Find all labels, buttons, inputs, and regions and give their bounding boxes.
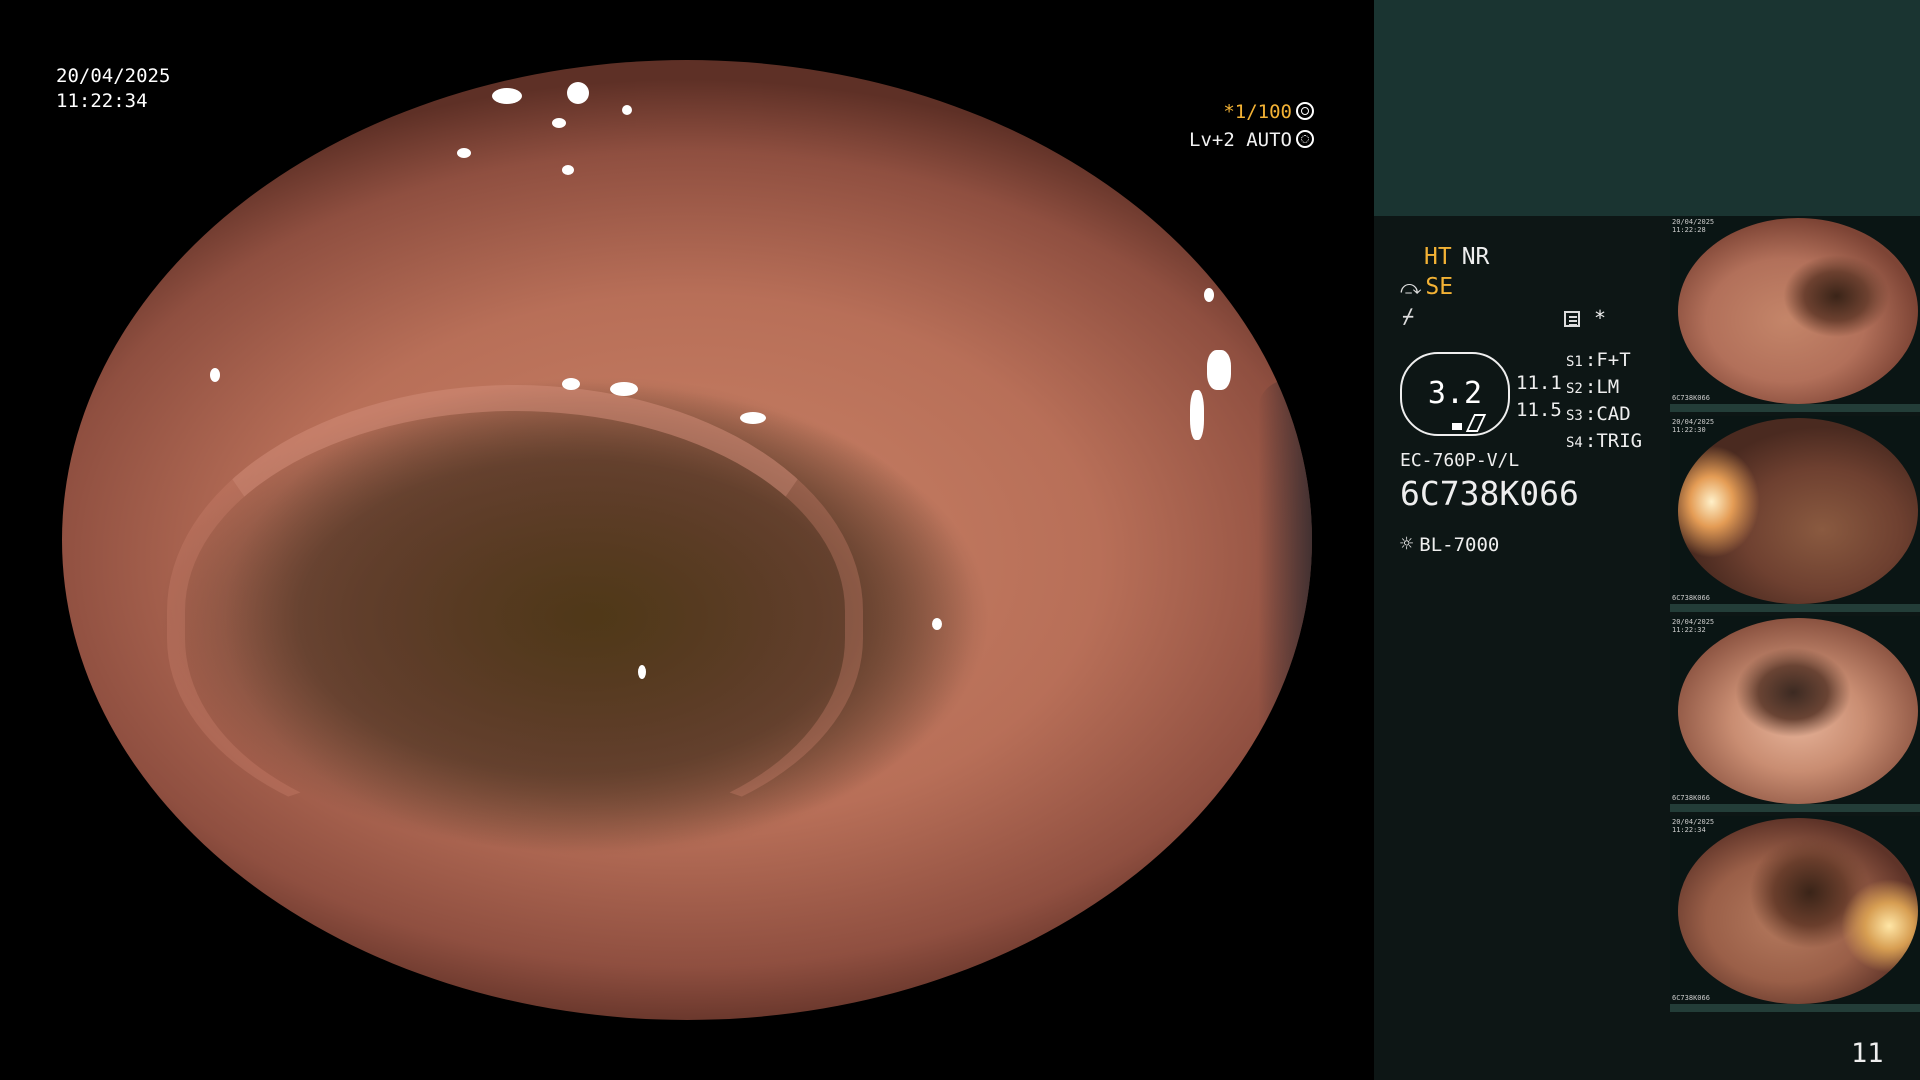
highlight <box>552 118 566 128</box>
shutter-speed: *1/100 <box>1223 101 1292 123</box>
mode-ht: HT <box>1424 244 1452 270</box>
switch-item: S4:TRIG <box>1566 430 1643 452</box>
mode-nr: NR <box>1461 244 1490 270</box>
thumb-datetime: 20/04/2025 11:22:28 <box>1672 218 1715 234</box>
menu-row: * <box>1564 306 1606 330</box>
highlight <box>740 412 766 424</box>
thumbnail-image <box>1678 618 1918 804</box>
mode-se: SE <box>1425 274 1454 300</box>
structure-icon: ⤼ <box>1400 275 1422 299</box>
zoom-value: 3.2 <box>1427 376 1483 411</box>
highlight <box>562 165 574 175</box>
exposure-info: *1/100 Lv+2 AUTO <box>1189 98 1314 154</box>
se-row: ⤼ SE <box>1400 274 1453 300</box>
aperture-icon <box>1296 102 1314 120</box>
size-bottom: 11.5 <box>1516 399 1562 421</box>
highlight <box>638 665 646 679</box>
endoscope-main-view: 20/04/2025 11:22:34 *1/100 Lv+2 AUTO <box>0 0 1374 1080</box>
switch-item: S1:F+T <box>1566 349 1631 371</box>
endoscopy-image <box>62 60 1312 1020</box>
switch-item: S2:LM <box>1566 376 1620 398</box>
time-label: 11:22:34 <box>56 90 148 112</box>
light-source-icon: ☼ <box>1400 532 1414 557</box>
switch-item: S3:CAD <box>1566 403 1631 425</box>
thumb-datetime: 20/04/2025 11:22:34 <box>1672 818 1715 834</box>
instrument-edge <box>1258 380 1312 980</box>
side-info-panel: HT NR ⤼ SE ⌿ * 3.2 11.1 11.5 S1:F+T S2:LM … <box>1374 0 1920 1080</box>
thumb-caption-bar <box>1670 804 1920 812</box>
light-source-row: ☼ BL-7000 <box>1400 532 1499 557</box>
thumbnail-3[interactable]: 20/04/2025 11:22:32 6C738K066 <box>1670 616 1920 812</box>
fx-row: ⌿ <box>1402 304 1418 329</box>
thumb-caption-bar <box>1670 604 1920 612</box>
pip-area <box>1374 0 1920 216</box>
highlight <box>610 382 638 396</box>
flash-off-icon: ⌿ <box>1402 304 1415 328</box>
thumb-serial: 6C738K066 <box>1672 994 1710 1002</box>
switch-list: S1:F+T S2:LM S3:CAD S4:TRIG <box>1566 348 1642 456</box>
thumb-serial: 6C738K066 <box>1672 794 1710 802</box>
highlight <box>492 88 522 104</box>
size-top: 11.1 <box>1516 372 1562 394</box>
zoom-indicator: 3.2 <box>1400 352 1510 436</box>
thumb-serial: 6C738K066 <box>1672 594 1710 602</box>
thumb-datetime: 20/04/2025 11:22:30 <box>1672 418 1715 434</box>
highlight <box>562 378 580 390</box>
highlight <box>457 148 471 158</box>
mode-row: HT NR <box>1424 244 1489 270</box>
highlight <box>1204 288 1214 302</box>
thumbnail-2[interactable]: 20/04/2025 11:22:30 6C738K066 <box>1670 416 1920 612</box>
zoom-mark <box>1452 423 1462 430</box>
date-label: 20/04/2025 <box>56 65 171 87</box>
highlight <box>622 105 632 115</box>
highlight <box>932 618 942 630</box>
thumb-datetime: 20/04/2025 11:22:32 <box>1672 618 1715 634</box>
brightness-level: Lv+2 AUTO <box>1189 129 1292 151</box>
thumb-caption-bar <box>1670 404 1920 412</box>
thumbnail-1[interactable]: 20/04/2025 11:22:28 6C738K066 <box>1670 216 1920 412</box>
thumbnail-image <box>1678 218 1918 404</box>
highlight <box>1190 390 1204 440</box>
highlight <box>210 368 220 382</box>
scope-model: EC-760P-V/L <box>1400 450 1520 471</box>
thumb-caption-bar <box>1670 1004 1920 1012</box>
thumbnail-4[interactable]: 20/04/2025 11:22:34 6C738K066 <box>1670 816 1920 1012</box>
date-time: 20/04/2025 11:22:34 <box>56 64 170 114</box>
highlight <box>567 82 589 104</box>
asterisk-mark: * <box>1594 306 1607 330</box>
menu-list-icon <box>1564 311 1580 327</box>
size-values: 11.1 11.5 <box>1516 370 1562 424</box>
scope-info: HT NR ⤼ SE ⌿ * 3.2 11.1 11.5 S1:F+T S2:LM … <box>1374 216 1670 1080</box>
highlight <box>1207 350 1231 390</box>
scope-serial: 6C738K066 <box>1400 474 1579 513</box>
thumb-serial: 6C738K066 <box>1672 394 1710 402</box>
zoom-slant-mark <box>1465 414 1487 432</box>
auto-ring-icon <box>1296 130 1314 148</box>
page-number: 11 <box>1851 1038 1884 1069</box>
thumbnail-strip: 20/04/2025 11:22:28 6C738K066 20/04/2025 1… <box>1670 216 1920 1016</box>
light-source-label: BL-7000 <box>1419 534 1500 556</box>
thumbnail-image <box>1678 818 1918 1004</box>
mucosal-fold <box>167 385 863 837</box>
thumbnail-image <box>1678 418 1918 604</box>
